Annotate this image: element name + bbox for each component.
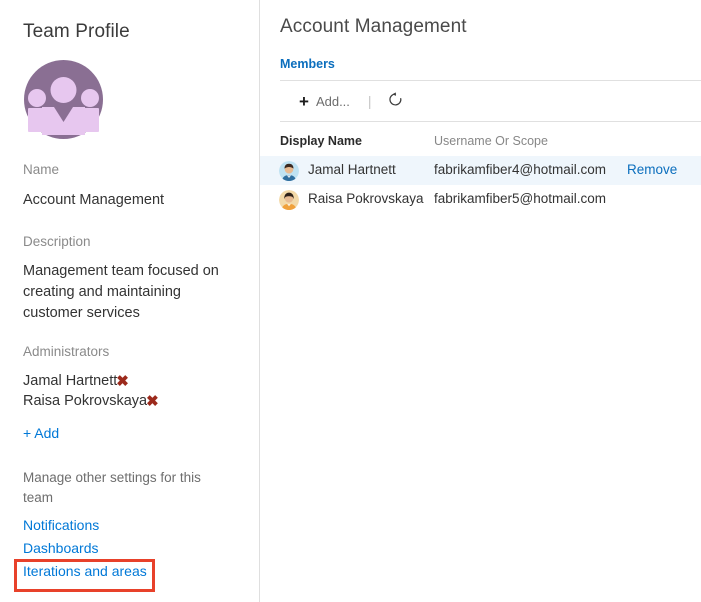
members-table: Display Name Username Or Scope Jamal Har… — [260, 130, 701, 214]
administrator-name: Jamal Hartnett — [23, 373, 118, 389]
team-profile-page: Team Profile Name Account Management Des… — [0, 0, 701, 602]
administrators-label: Administrators — [23, 344, 110, 359]
administrator-row: Raisa Pokrovskaya✖ — [23, 392, 159, 410]
description-value: Management team focused on creating and … — [23, 263, 219, 321]
remove-administrator-icon[interactable]: ✖ — [116, 372, 129, 390]
administrator-row: Jamal Hartnett✖ — [23, 372, 129, 390]
description-label: Description — [23, 234, 91, 249]
manage-settings-text: Manage other settings for this team — [23, 470, 201, 505]
table-row[interactable]: Raisa Pokrovskaya fabrikamfiber5@hotmail… — [260, 185, 701, 214]
add-administrator-link[interactable]: + Add — [23, 425, 59, 441]
cell-display-name: Raisa Pokrovskaya — [308, 191, 424, 206]
name-label: Name — [23, 162, 60, 177]
add-member-button[interactable]: + Add... — [297, 90, 352, 113]
sidebar-link-notifications[interactable]: Notifications — [23, 517, 99, 533]
user-avatar-icon — [279, 190, 299, 210]
sidebar-link-iterations-and-areas[interactable]: Iterations and areas — [23, 563, 147, 579]
user-avatar-icon — [279, 161, 299, 181]
toolbar-separator: | — [367, 93, 372, 109]
administrator-name: Raisa Pokrovskaya — [23, 393, 148, 409]
add-member-label: Add... — [315, 93, 350, 109]
team-group-avatar-icon — [24, 60, 103, 139]
team-profile-sidebar: Team Profile Name Account Management Des… — [0, 0, 259, 602]
cell-username: fabrikamfiber4@hotmail.com — [434, 162, 607, 177]
page-title: Team Profile — [23, 21, 130, 42]
sidebar-link-dashboards[interactable]: Dashboards — [23, 540, 99, 556]
members-toolbar: + Add... | — [280, 80, 701, 122]
remove-member-link[interactable]: Remove — [627, 162, 677, 177]
refresh-button[interactable] — [384, 90, 407, 112]
tab-members[interactable]: Members — [280, 57, 335, 71]
table-row[interactable]: Jamal Hartnett fabrikamfiber4@hotmail.co… — [260, 156, 701, 185]
cell-username: fabrikamfiber5@hotmail.com — [434, 191, 607, 206]
account-management-panel: Account Management Members + Add... | Di… — [260, 0, 701, 602]
column-header-username-or-scope: Username Or Scope — [434, 134, 548, 148]
name-value: Account Management — [23, 192, 165, 208]
cell-display-name: Jamal Hartnett — [308, 162, 396, 177]
main-page-title: Account Management — [280, 16, 467, 37]
table-header-row: Display Name Username Or Scope — [260, 130, 701, 156]
column-header-display-name: Display Name — [280, 134, 362, 148]
refresh-icon — [388, 92, 403, 110]
remove-administrator-icon[interactable]: ✖ — [146, 392, 159, 410]
plus-icon: + — [299, 91, 309, 111]
